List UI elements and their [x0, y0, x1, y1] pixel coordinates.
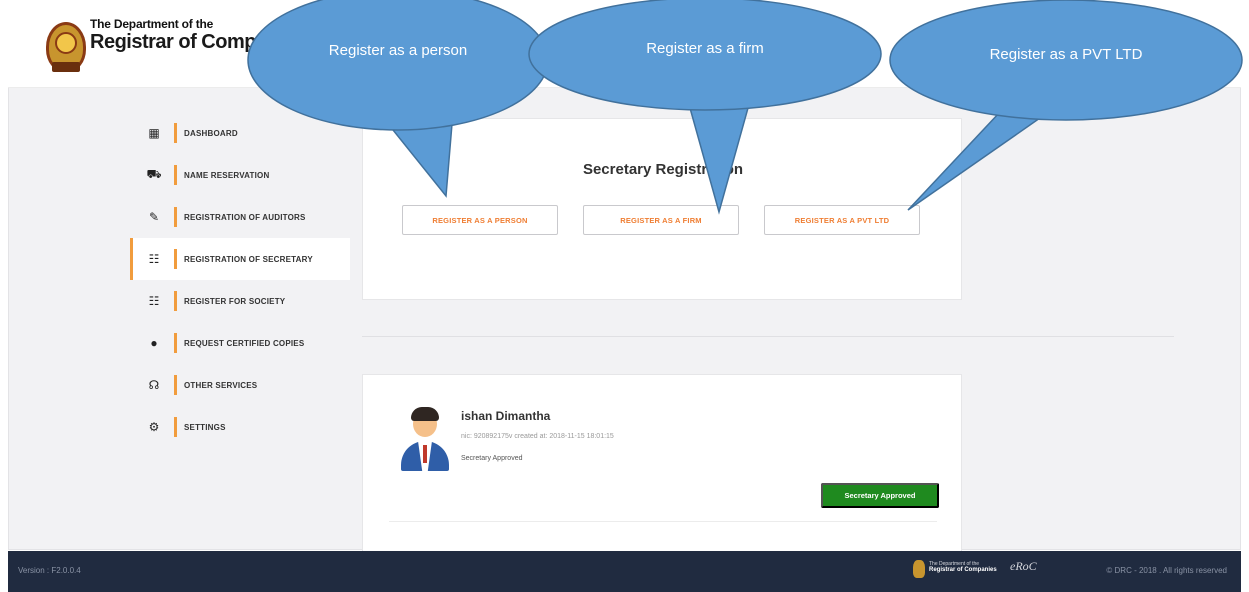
eroc-logo: eRoC — [1010, 559, 1037, 573]
callout-person-text: Register as a person — [328, 42, 468, 59]
secretary-profile-card: ishan Dimantha nic: 920892175v created a… — [362, 374, 962, 552]
sidebar-item-registration-of-secretary[interactable]: ☷ REGISTRATION OF SECRETARY — [130, 238, 350, 280]
sidebar-item-label: OTHER SERVICES — [184, 380, 258, 390]
circle-icon: ● — [150, 336, 158, 350]
crest-logo-icon — [46, 16, 86, 74]
card-title: Secretary Registration — [582, 161, 744, 178]
sidebar-item-registration-of-auditors[interactable]: ✎ REGISTRATION OF AUDITORS — [130, 196, 350, 238]
profile-name: ishan Dimantha — [461, 409, 551, 423]
users-icon: ☷ — [148, 294, 160, 308]
divider — [389, 521, 937, 522]
tools-icon: ✎ — [148, 210, 160, 224]
footer-logo-line2: Registrar of Companies — [929, 567, 997, 573]
profile-status-text: Secretary Approved — [461, 455, 523, 462]
page-footer: Version : F2.0.0.4 The Department of the… — [8, 551, 1241, 592]
footer-registrar-logo: The Department of the Registrar of Compa… — [913, 559, 997, 581]
divider — [362, 336, 1174, 337]
headset-icon: ☊ — [148, 378, 160, 392]
sidebar-nav: ▦ DASHBOARD ⛟ NAME RESERVATION ✎ REGISTR… — [130, 112, 350, 448]
copyright-text: © DRC - 2018 . All rights reserved — [1106, 566, 1227, 575]
sidebar-item-label: REGISTRATION OF SECRETARY — [184, 254, 313, 264]
profile-meta: nic: 920892175v created at: 2018-11-15 1… — [461, 433, 614, 440]
sidebar-item-request-certified-copies[interactable]: ● REQUEST CERTIFIED COPIES — [130, 322, 350, 364]
sidebar-item-label: REGISTRATION OF AUDITORS — [184, 212, 306, 222]
sidebar-item-label: SETTINGS — [184, 422, 226, 432]
sidebar-item-dashboard[interactable]: ▦ DASHBOARD — [130, 112, 350, 154]
sidebar-item-label: REGISTER FOR SOCIETY — [184, 296, 286, 306]
sidebar-item-name-reservation[interactable]: ⛟ NAME RESERVATION — [130, 154, 350, 196]
cart-icon: ⛟ — [146, 167, 162, 181]
secretary-registration-card: Secretary Registration REGISTER AS A PER… — [362, 118, 962, 300]
register-as-person-button[interactable]: REGISTER AS A PERSON — [402, 205, 558, 235]
secretary-approved-button[interactable]: Secretary Approved — [821, 483, 939, 508]
avatar — [399, 405, 451, 473]
sidebar-item-other-services[interactable]: ☊ OTHER SERVICES — [130, 364, 350, 406]
sidebar-item-settings[interactable]: ⚙ SETTINGS — [130, 406, 350, 448]
sidebar-item-label: DASHBOARD — [184, 128, 238, 138]
register-as-firm-button[interactable]: REGISTER AS A FIRM — [583, 205, 739, 235]
sidebar-item-label: REQUEST CERTIFIED COPIES — [184, 338, 305, 348]
register-as-pvt-ltd-button[interactable]: REGISTER AS A PVT LTD — [764, 205, 920, 235]
callout-pvt-text: Register as a PVT LTD — [989, 46, 1143, 63]
brand-title: Registrar of Comp — [90, 31, 256, 53]
version-label: Version : F2.0.0.4 — [18, 566, 81, 575]
sidebar-item-label: NAME RESERVATION — [184, 170, 270, 180]
gear-icon: ⚙ — [148, 420, 160, 434]
users-icon: ☷ — [148, 252, 160, 266]
crest-icon — [913, 560, 925, 578]
sidebar-item-register-for-society[interactable]: ☷ REGISTER FOR SOCIETY — [130, 280, 350, 322]
callout-firm-text: Register as a firm — [646, 40, 764, 57]
brand-subtitle: The Department of the — [90, 17, 214, 31]
building-icon: ▦ — [148, 126, 160, 140]
